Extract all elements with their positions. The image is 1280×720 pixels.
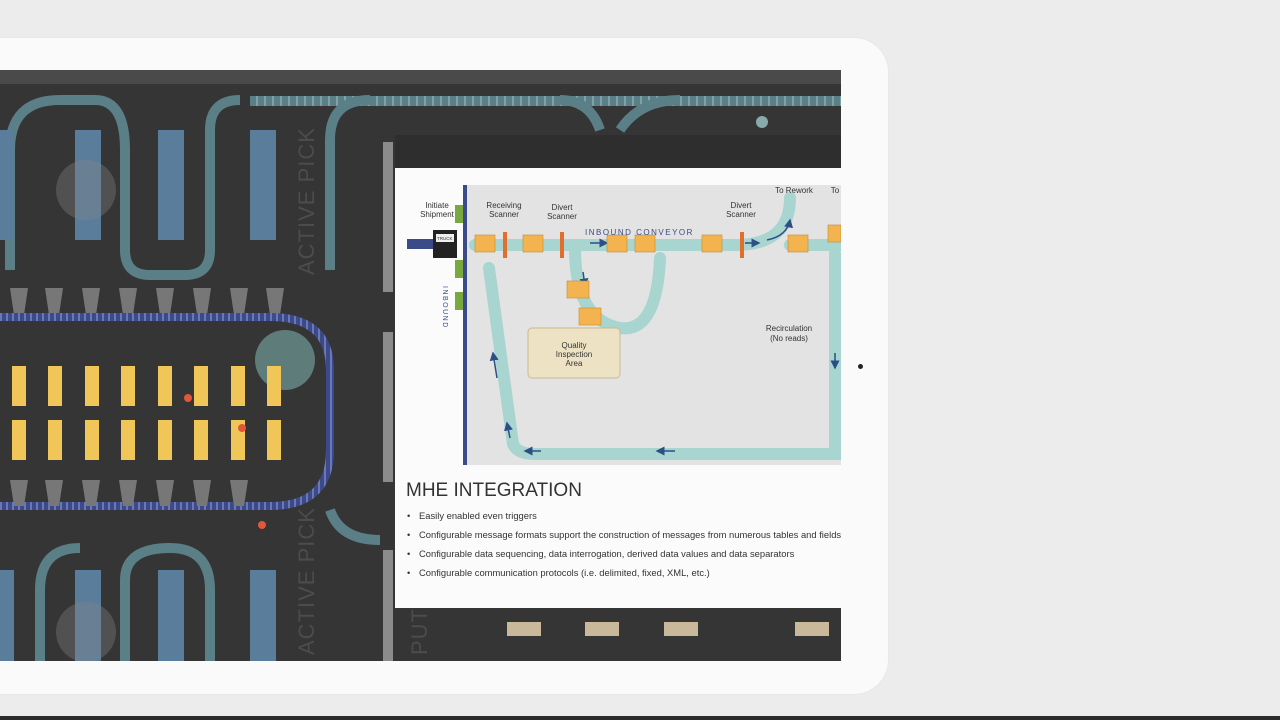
overlay-header-bar bbox=[395, 135, 841, 168]
svg-text:Divert: Divert bbox=[731, 201, 753, 210]
inbound-flow-diagram: TRUCK Quality Inspection Area Initiate S… bbox=[407, 185, 841, 465]
truck-icon: TRUCK bbox=[407, 230, 457, 258]
bullet-item: Easily enabled even triggers bbox=[407, 508, 841, 527]
mhe-title: MHE INTEGRATION bbox=[406, 480, 582, 501]
svg-text:Scanner: Scanner bbox=[547, 212, 577, 221]
svg-text:INBOUND: INBOUND bbox=[441, 286, 448, 329]
mhe-bullet-list: Easily enabled even triggers Configurabl… bbox=[406, 508, 841, 584]
svg-text:(No reads): (No reads) bbox=[770, 334, 808, 343]
floor-label-active-pick-top: ACTIVE PICK bbox=[294, 127, 319, 275]
svg-text:Receiving: Receiving bbox=[486, 201, 521, 210]
svg-text:Quality: Quality bbox=[562, 341, 587, 350]
bullet-item: Configurable data sequencing, data inter… bbox=[407, 546, 841, 565]
svg-text:Scanner: Scanner bbox=[489, 210, 519, 219]
receiving-scanner-bar bbox=[503, 232, 507, 258]
svg-text:Area: Area bbox=[566, 359, 583, 368]
bullet-item: Configurable message formats support the… bbox=[407, 527, 841, 546]
floor-label-active-pick-bottom: ACTIVE PICK bbox=[294, 507, 319, 655]
mhe-info-section: MHE INTEGRATION Easily enabled even trig… bbox=[406, 480, 841, 584]
svg-text:To Rework: To Rework bbox=[775, 186, 814, 195]
tablet-camera-dot bbox=[858, 364, 863, 369]
bottom-edge-bar bbox=[0, 716, 1280, 720]
svg-text:INBOUND CONVEYOR: INBOUND CONVEYOR bbox=[585, 228, 694, 237]
bullet-item: Configurable communication protocols (i.… bbox=[407, 565, 841, 584]
svg-text:Shipment: Shipment bbox=[420, 210, 455, 219]
tablet-screen: ACTIVE PICK ACTIVE PICK PUT W TRUCK Qual… bbox=[0, 70, 841, 661]
divert-scanner-bar-1 bbox=[560, 232, 564, 258]
svg-text:Recirculation: Recirculation bbox=[766, 324, 812, 333]
svg-text:Inspection: Inspection bbox=[556, 350, 592, 359]
mhe-integration-card: TRUCK Quality Inspection Area Initiate S… bbox=[395, 168, 841, 608]
svg-text:To: To bbox=[831, 186, 840, 195]
svg-text:TRUCK: TRUCK bbox=[437, 236, 453, 241]
svg-text:Divert: Divert bbox=[552, 203, 574, 212]
divert-scanner-bar-2 bbox=[740, 232, 744, 258]
svg-text:Scanner: Scanner bbox=[726, 210, 756, 219]
svg-text:Initiate: Initiate bbox=[425, 201, 449, 210]
